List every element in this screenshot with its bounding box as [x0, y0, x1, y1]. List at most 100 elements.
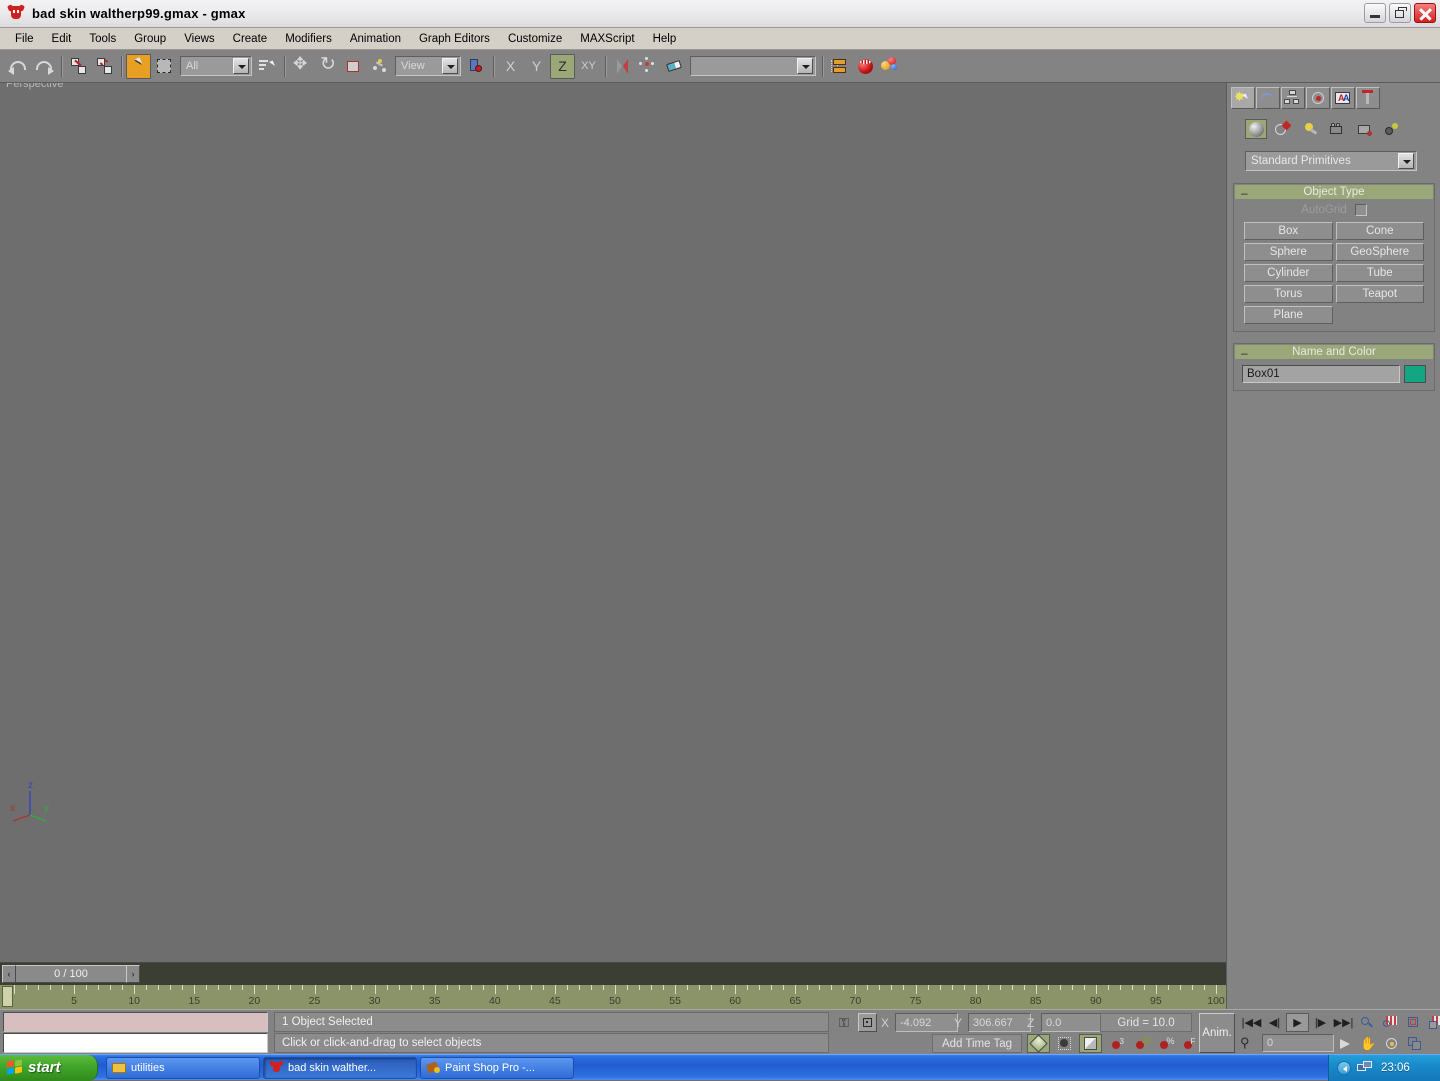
select-and-scale-icon[interactable]	[341, 54, 366, 79]
key-filters-icon[interactable]	[1079, 1034, 1102, 1053]
hierarchy-tab[interactable]	[1281, 87, 1305, 109]
helpers-category[interactable]	[1353, 119, 1375, 139]
reference-coordinate-system-dropdown[interactable]: View	[395, 56, 461, 76]
key-lock-icon[interactable]: ⚲	[1240, 1035, 1250, 1051]
time-slider[interactable]: ‹ 0 / 100 ›	[2, 965, 140, 983]
menu-maxscript[interactable]: MAXScript	[571, 30, 643, 48]
chevron-down-icon[interactable]	[233, 58, 249, 74]
chevron-down-icon[interactable]	[442, 58, 458, 74]
lights-category[interactable]	[1299, 119, 1321, 139]
current-key-field[interactable]: 0	[1262, 1034, 1334, 1052]
viewport-perspective[interactable]: Perspective z x y	[0, 83, 1226, 963]
undo-icon[interactable]	[6, 54, 31, 79]
restore-button[interactable]	[1389, 3, 1411, 23]
object-type-torus-button[interactable]: Torus	[1244, 285, 1333, 303]
snap-3d-icon[interactable]: 3	[1107, 1034, 1130, 1053]
angle-snap-icon[interactable]	[1131, 1034, 1154, 1053]
geometry-category[interactable]	[1245, 119, 1267, 139]
mirror-icon[interactable]	[610, 54, 635, 79]
select-object-icon[interactable]	[126, 53, 151, 79]
absolute-relative-mode-icon[interactable]	[858, 1013, 877, 1032]
use-pivot-point-center-icon[interactable]	[367, 54, 392, 79]
select-and-rotate-icon[interactable]	[315, 53, 340, 79]
snaps-toggle-icon[interactable]	[464, 54, 489, 79]
motion-tab[interactable]	[1306, 87, 1330, 109]
chevron-down-icon[interactable]	[797, 58, 813, 74]
menu-customize[interactable]: Customize	[499, 30, 571, 48]
chevron-left-icon[interactable]	[1337, 1061, 1351, 1075]
utilities-tab[interactable]	[1356, 87, 1380, 109]
go-to-end-icon[interactable]: ▶▶|	[1332, 1013, 1355, 1032]
select-and-move-icon[interactable]	[289, 54, 314, 79]
render-scene-icon[interactable]	[879, 54, 904, 79]
add-time-tag-button[interactable]: Add Time Tag	[932, 1034, 1022, 1053]
next-frame-icon[interactable]: |▶	[1309, 1013, 1332, 1032]
redo-icon[interactable]	[32, 54, 57, 79]
align-icon[interactable]	[662, 54, 687, 79]
lock-selection-icon[interactable]: ⚿	[833, 1013, 855, 1032]
display-tab[interactable]: A A	[1331, 87, 1355, 109]
track-bar[interactable]: 5 10 15 20 25 30 35 40 45 50 55 60 65 70 75 80 85 90 95 100	[0, 985, 1226, 1009]
y-coordinate-field[interactable]: Y 306.667	[954, 1013, 1031, 1032]
network-icon[interactable]	[1357, 1061, 1373, 1075]
cameras-category[interactable]	[1326, 119, 1348, 139]
object-type-geosphere-button[interactable]: GeoSphere	[1335, 243, 1424, 261]
animate-button[interactable]: Anim.	[1199, 1013, 1235, 1053]
select-and-link-icon[interactable]	[66, 54, 91, 79]
previous-frame-icon[interactable]: ◀|	[1263, 1013, 1286, 1032]
menu-tools[interactable]: Tools	[80, 30, 125, 48]
object-type-cylinder-button[interactable]: Cylinder	[1244, 264, 1333, 282]
restrict-to-z-icon[interactable]: Z	[550, 53, 575, 79]
maxscript-input-mini[interactable]	[3, 1033, 268, 1053]
field-of-view-icon[interactable]	[1334, 1034, 1357, 1053]
percent-snap-icon[interactable]: %	[1155, 1034, 1178, 1053]
zoom-icon[interactable]	[1355, 1013, 1378, 1032]
menu-help[interactable]: Help	[644, 30, 686, 48]
object-type-tube-button[interactable]: Tube	[1335, 264, 1424, 282]
object-type-sphere-button[interactable]: Sphere	[1244, 243, 1333, 261]
zoom-extents-icon[interactable]	[1401, 1013, 1424, 1032]
pan-icon[interactable]: ✋	[1357, 1034, 1380, 1053]
menu-create[interactable]: Create	[224, 30, 277, 48]
min-max-toggle-icon[interactable]	[1403, 1034, 1426, 1053]
object-type-cone-button[interactable]: Cone	[1335, 222, 1424, 240]
arc-rotate-icon[interactable]	[1380, 1034, 1403, 1053]
systems-category[interactable]	[1380, 119, 1402, 139]
maxscript-listener-mini[interactable]	[3, 1012, 268, 1032]
menu-edit[interactable]: Edit	[43, 30, 81, 48]
minimize-button[interactable]	[1364, 3, 1386, 23]
x-coordinate-field[interactable]: X -4.092	[881, 1013, 958, 1032]
collapse-icon[interactable]: –	[1241, 186, 1248, 200]
chevron-down-icon[interactable]	[1398, 153, 1414, 169]
object-name-input[interactable]: Box01	[1242, 365, 1400, 383]
close-button[interactable]	[1414, 3, 1436, 23]
selected-objects-toggle-icon[interactable]	[1053, 1034, 1076, 1053]
object-type-box-button[interactable]: Box	[1244, 222, 1333, 240]
key-mode-toggle-icon[interactable]	[1027, 1034, 1050, 1053]
named-selection-sets-dropdown[interactable]	[690, 56, 816, 76]
menu-animation[interactable]: Animation	[341, 30, 410, 48]
modify-tab[interactable]	[1256, 87, 1280, 109]
array-icon[interactable]	[636, 54, 661, 79]
create-tab[interactable]: ✸	[1231, 87, 1255, 109]
zoom-all-icon[interactable]	[1378, 1013, 1401, 1032]
name-and-color-header[interactable]: – Name and Color	[1235, 345, 1433, 360]
object-type-header[interactable]: – Object Type	[1235, 185, 1433, 200]
shapes-category[interactable]	[1272, 119, 1294, 139]
z-coordinate-field[interactable]: Z 0.0	[1027, 1013, 1104, 1032]
taskbar-item-utilities[interactable]: utilities	[106, 1056, 260, 1079]
rectangular-selection-region-icon[interactable]	[152, 54, 177, 79]
track-bar-handle[interactable]	[2, 986, 13, 1007]
menu-group[interactable]: Group	[125, 30, 175, 48]
next-frame-arrow[interactable]: ›	[126, 965, 140, 983]
layer-manager-icon[interactable]	[827, 54, 852, 79]
start-button[interactable]: start	[0, 1054, 98, 1081]
restrict-to-x-icon[interactable]: X	[498, 54, 523, 79]
previous-frame-arrow[interactable]: ‹	[2, 965, 16, 983]
menu-graph-editors[interactable]: Graph Editors	[410, 30, 499, 48]
material-editor-icon[interactable]	[853, 54, 878, 79]
unlink-selection-icon[interactable]	[92, 54, 117, 79]
menu-views[interactable]: Views	[175, 30, 223, 48]
object-color-swatch[interactable]	[1404, 365, 1426, 383]
restrict-to-xy-plane-icon[interactable]: XY	[576, 54, 601, 79]
